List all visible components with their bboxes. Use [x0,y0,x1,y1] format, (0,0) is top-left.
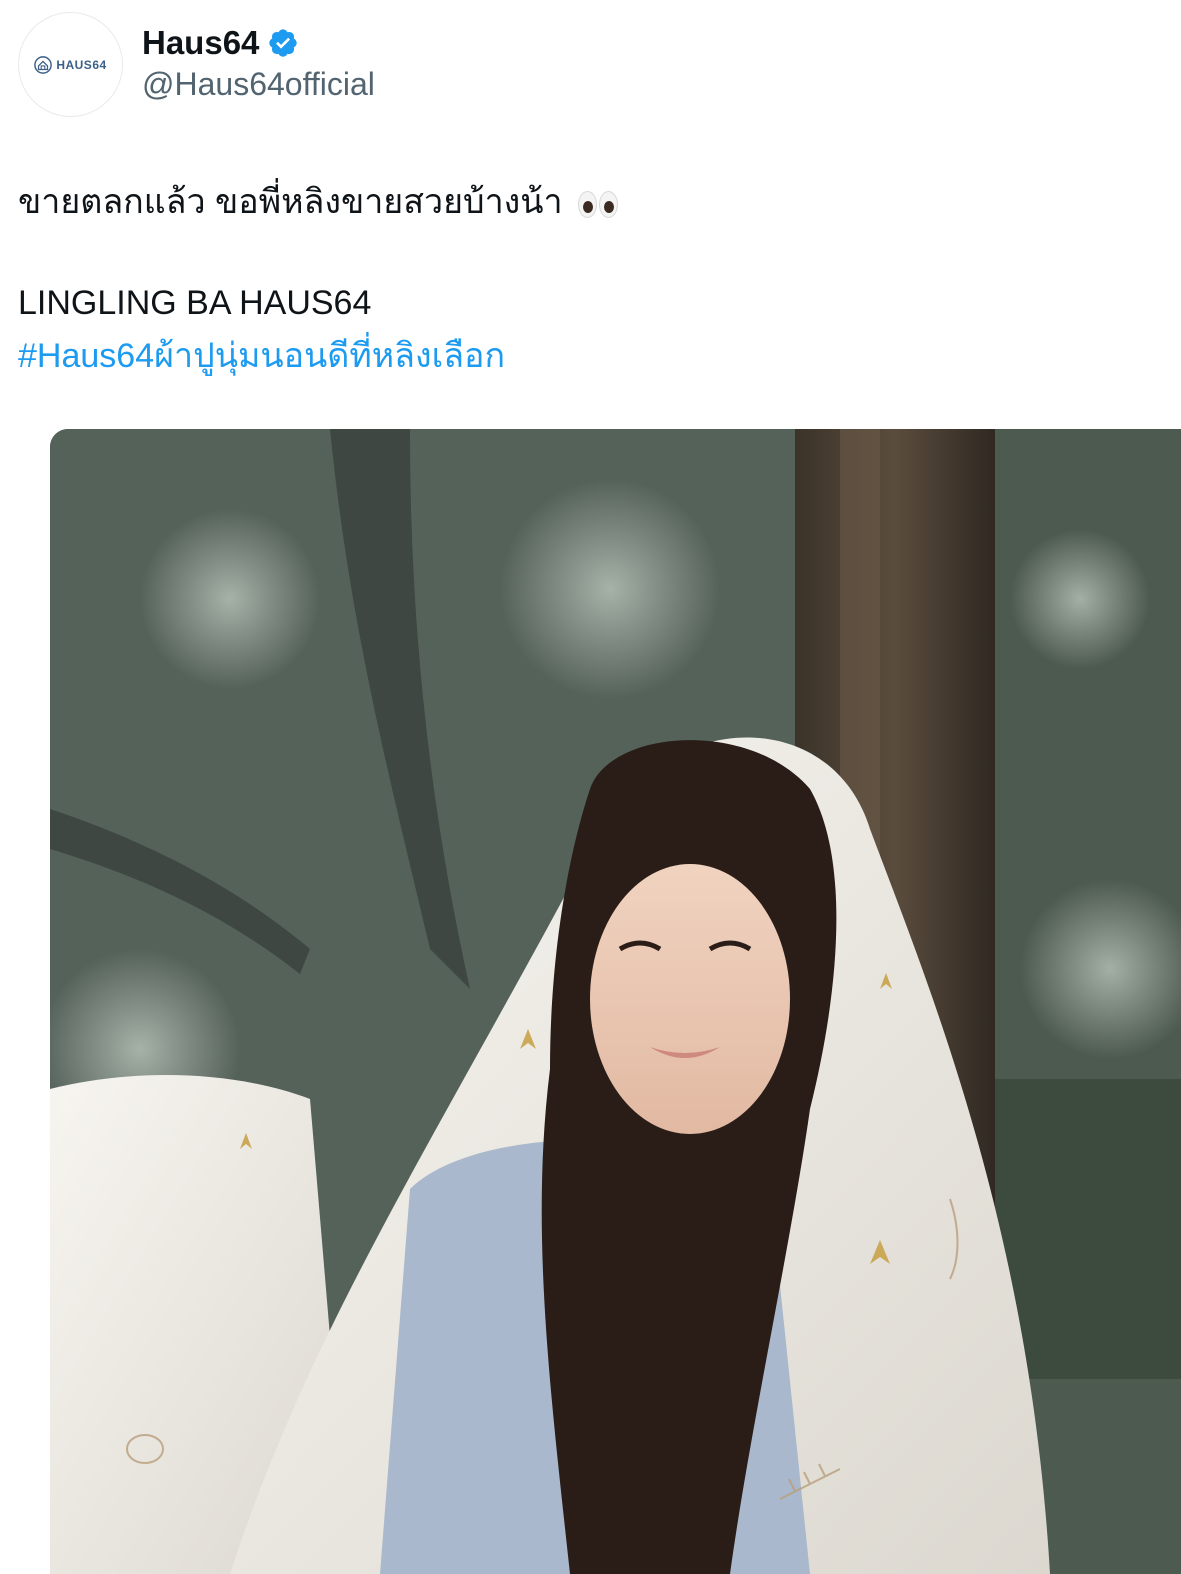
author-handle[interactable]: @Haus64official [142,66,375,103]
hashtag-link[interactable]: #Haus64ผ้าปูนุ่มนอนดีที่หลิงเลือก [18,334,505,378]
tweet-text-line-2: LINGLING BA HAUS64 [18,284,372,322]
tweet-photo[interactable] [50,429,1181,1574]
eye-left [578,190,598,218]
avatar[interactable]: HAUS64 [18,12,123,117]
tweet-text: ขายตลกแล้ว ขอพี่หลิงขายสวยบ้างน้า [18,183,563,221]
tweet[interactable]: HAUS64 Haus64 @Haus64official ขายตลกแล้ว… [0,0,1181,1574]
avatar-logo-text: HAUS64 [56,57,107,72]
eye-right [599,190,619,218]
photo-illustration [50,429,1181,1574]
haus64-logo: HAUS64 [34,55,107,74]
eyes-emoji-icon [578,190,619,218]
tweet-text-line: ขายตลกแล้ว ขอพี่หลิงขายสวยบ้างน้า [18,180,619,224]
author-name-row: Haus64 [142,24,299,62]
verified-badge-icon[interactable] [267,27,299,59]
display-name[interactable]: Haus64 [142,24,259,62]
haus64-logo-icon [34,55,53,74]
